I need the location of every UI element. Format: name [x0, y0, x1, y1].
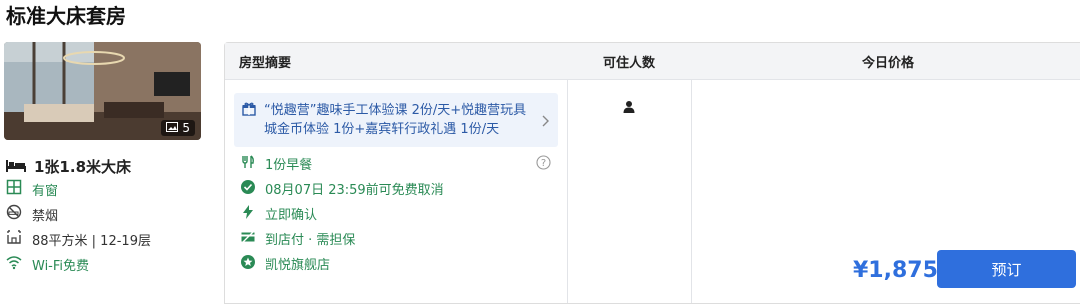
column-divider [691, 79, 692, 303]
feature-area: 88平方米 | 12-19层 [6, 229, 151, 249]
rate-item-cancel: 08月07日 23:59前可免费取消 [241, 179, 444, 198]
no-smoking-icon [6, 204, 22, 224]
item-label: 到店付 · 需担保 [265, 233, 356, 248]
feature-label: 禁烟 [32, 208, 59, 224]
rate-item-store: 凯悦旗舰店 [241, 254, 330, 273]
person-icon [623, 99, 635, 118]
room-photo[interactable]: 5 [4, 42, 201, 140]
feature-nosmoking: 禁烟 [6, 204, 58, 224]
item-label: 凯悦旗舰店 [265, 258, 331, 273]
rate-item-breakfast: 1份早餐 [241, 154, 312, 173]
bed-icon [6, 158, 26, 176]
lightning-icon [241, 204, 255, 223]
header-price: 今日价格 [861, 55, 914, 71]
table-header: 房型摘要 可住人数 今日价格 [225, 43, 1080, 80]
rate-item-payment: 到店付 · 需担保 [241, 229, 355, 248]
column-divider [567, 79, 568, 303]
bed-info: 1张1.8米大床 [6, 156, 131, 177]
package-text: “悦趣营”趣味手工体验课 2份/天+悦趣营玩具城金币体验 1份+嘉宾轩行政礼遇 … [264, 103, 527, 137]
feature-window: 有窗 [6, 179, 58, 199]
star-badge-icon [241, 254, 255, 273]
chevron-right-icon [542, 112, 550, 131]
gallery-icon [166, 121, 179, 135]
price: ¥1,875 [853, 258, 938, 283]
book-button[interactable]: 预订 [937, 250, 1076, 288]
item-label: 1份早餐 [265, 158, 313, 173]
rate-item-confirm: 立即确认 [241, 204, 317, 223]
item-label: 立即确认 [265, 208, 318, 223]
check-circle-icon [241, 179, 255, 198]
window-icon [6, 179, 22, 199]
header-occupancy: 可住人数 [602, 55, 655, 71]
photo-count: 5 [182, 121, 190, 135]
bed-label: 1张1.8米大床 [34, 158, 132, 176]
wifi-icon [6, 254, 22, 274]
area-icon [6, 229, 22, 249]
card-icon [241, 230, 255, 248]
feature-wifi: Wi-Fi免费 [6, 254, 89, 274]
breakfast-icon [241, 154, 255, 173]
item-label: 08月07日 23:59前可免费取消 [265, 183, 444, 198]
svg-text:?: ? [541, 158, 546, 169]
room-title: 标准大床套房 [6, 4, 126, 28]
feature-label: Wi-Fi免费 [32, 258, 90, 274]
package-banner[interactable]: “悦趣营”趣味手工体验课 2份/天+悦趣营玩具城金币体验 1份+嘉宾轩行政礼遇 … [234, 93, 558, 147]
feature-label: 88平方米 | 12-19层 [32, 233, 151, 249]
photo-count-badge[interactable]: 5 [161, 120, 195, 136]
gift-icon [242, 101, 256, 120]
feature-label: 有窗 [32, 183, 59, 199]
header-summary: 房型摘要 [239, 55, 292, 71]
question-icon[interactable]: ? [536, 155, 551, 174]
